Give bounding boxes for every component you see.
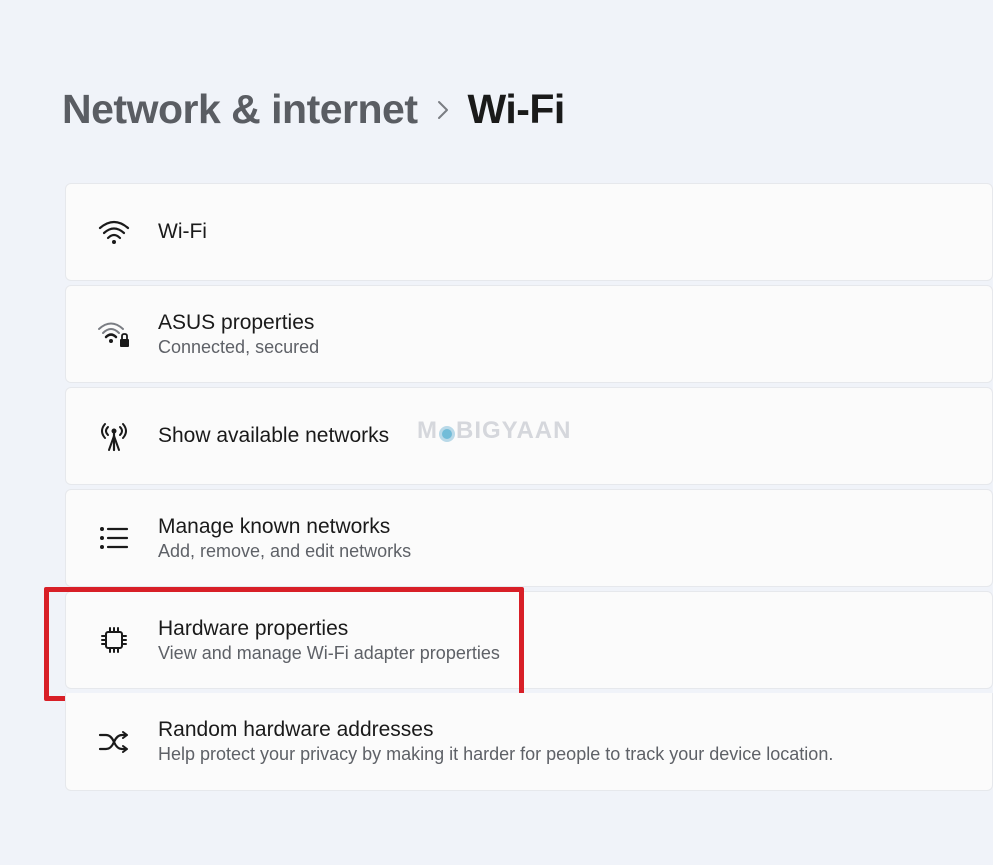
breadcrumb-current: Wi-Fi	[468, 86, 565, 133]
chevron-right-icon	[436, 99, 450, 127]
breadcrumb-parent[interactable]: Network & internet	[62, 86, 418, 133]
manage-known-networks-card[interactable]: Manage known networks Add, remove, and e…	[65, 489, 993, 587]
random-hardware-addresses-card[interactable]: Random hardware addresses Help protect y…	[65, 693, 993, 791]
wifi-secured-icon	[94, 314, 134, 354]
breadcrumb: Network & internet Wi-Fi	[62, 86, 993, 133]
card-subtitle: Help protect your privacy by making it h…	[158, 744, 833, 765]
card-subtitle: Connected, secured	[158, 337, 319, 358]
show-available-networks-card[interactable]: Show available networks	[65, 387, 993, 485]
chip-icon	[94, 620, 134, 660]
settings-card-list: Wi-Fi ASUS properties Connected, secured	[62, 183, 993, 791]
wifi-toggle-card[interactable]: Wi-Fi	[65, 183, 993, 281]
list-icon	[94, 518, 134, 558]
wifi-icon	[94, 212, 134, 252]
card-subtitle: View and manage Wi-Fi adapter properties	[158, 643, 500, 664]
card-title: Random hardware addresses	[158, 718, 833, 742]
card-title: Hardware properties	[158, 617, 500, 641]
hardware-properties-card[interactable]: Hardware properties View and manage Wi-F…	[65, 591, 993, 689]
shuffle-icon	[94, 722, 134, 762]
card-title: Manage known networks	[158, 515, 411, 539]
card-subtitle: Add, remove, and edit networks	[158, 541, 411, 562]
card-title: ASUS properties	[158, 311, 319, 335]
card-title: Wi-Fi	[158, 220, 207, 244]
antenna-icon	[94, 416, 134, 456]
card-title: Show available networks	[158, 424, 389, 448]
asus-properties-card[interactable]: ASUS properties Connected, secured	[65, 285, 993, 383]
